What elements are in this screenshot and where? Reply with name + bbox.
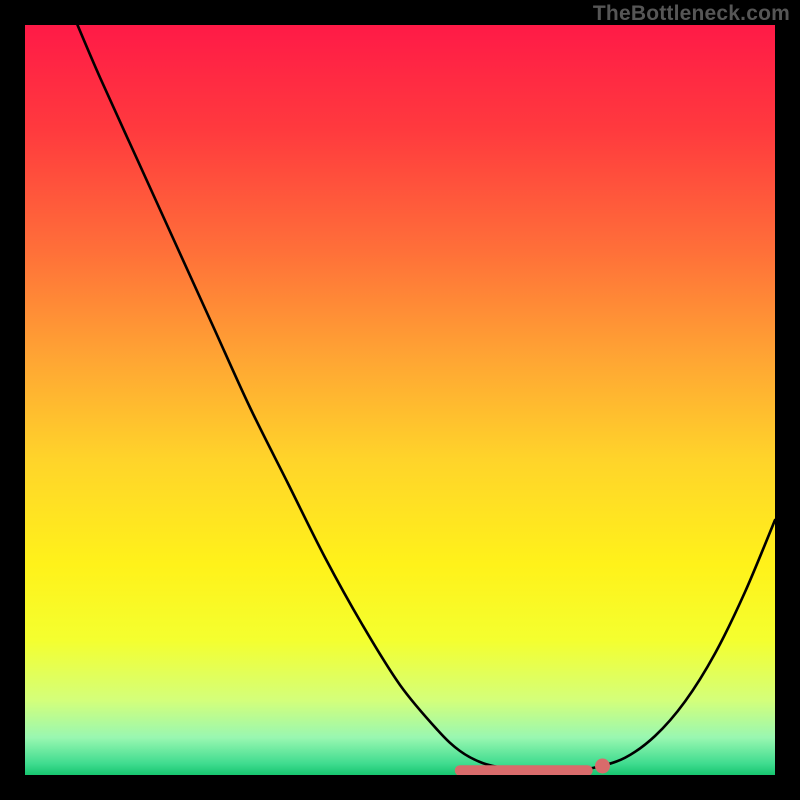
plot-area xyxy=(25,25,775,775)
chart-frame: TheBottleneck.com xyxy=(0,0,800,800)
bottleneck-curve xyxy=(78,25,776,771)
curve-layer xyxy=(25,25,775,775)
optimal-range-dot xyxy=(595,759,610,774)
watermark-text: TheBottleneck.com xyxy=(593,2,790,26)
